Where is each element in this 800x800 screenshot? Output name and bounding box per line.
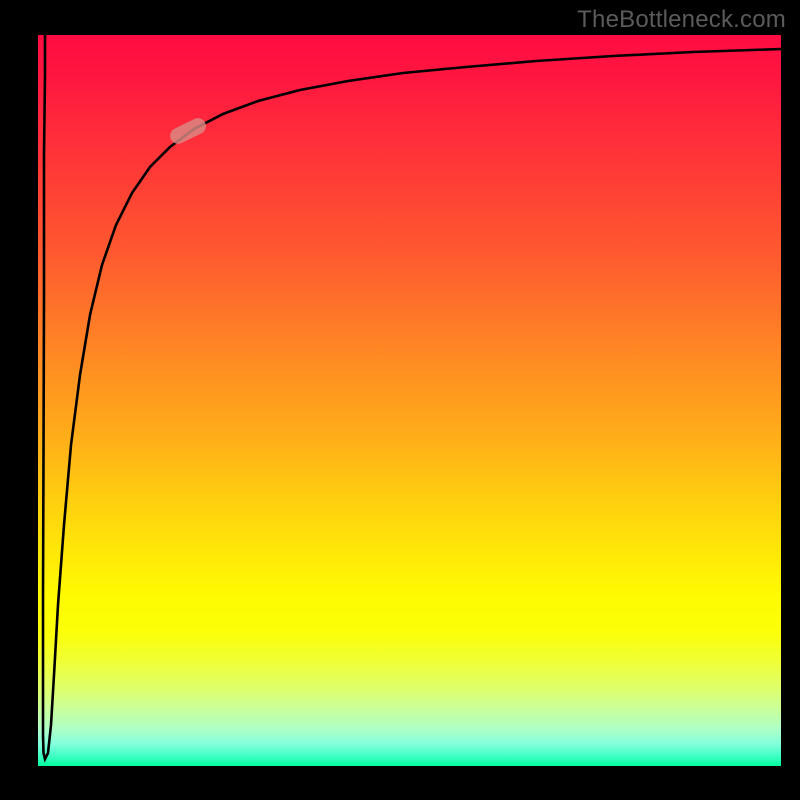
bottleneck-curve [38, 35, 781, 766]
curve-path [43, 35, 781, 759]
plot-area [38, 35, 781, 766]
chart-container: TheBottleneck.com [0, 0, 800, 800]
attribution-text: TheBottleneck.com [577, 6, 786, 34]
